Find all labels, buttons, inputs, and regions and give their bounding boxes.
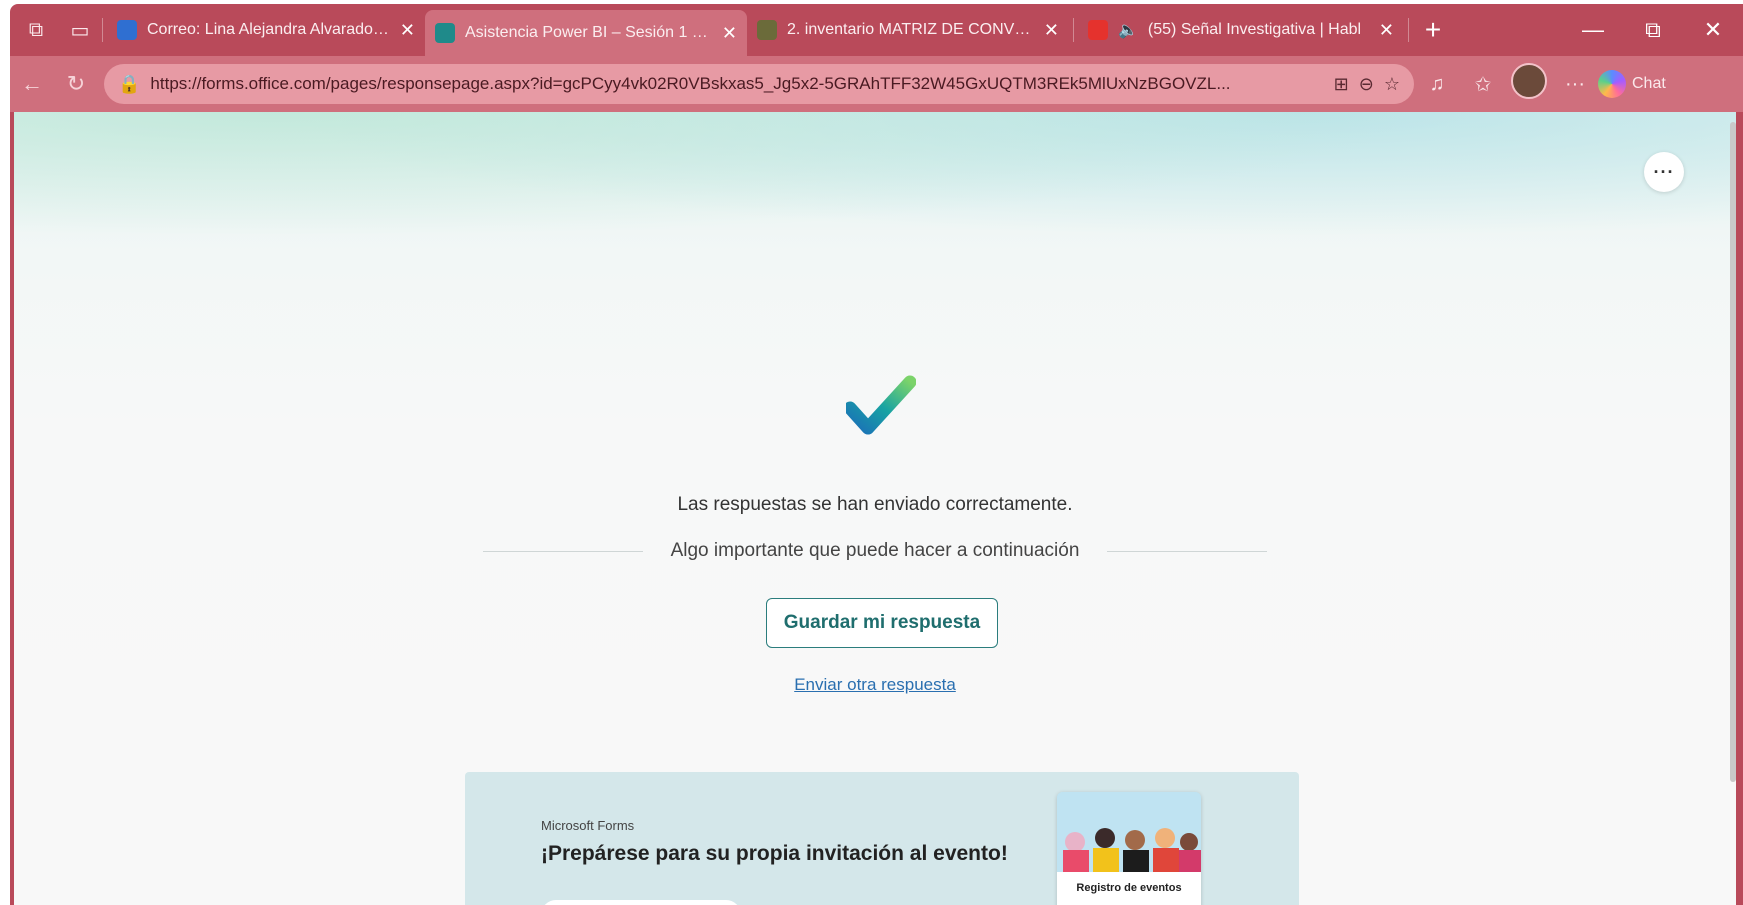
next-step-divider: Algo importante que puede hacer a contin… <box>14 540 1736 562</box>
promo-headline: ¡Prepárese para su propia invitación al … <box>541 842 1008 865</box>
save-response-button[interactable]: Guardar mi respuesta <box>766 598 998 648</box>
tab-mail[interactable]: Correo: Lina Alejandra Alvarado Fr ✕ <box>107 10 425 50</box>
tab-bar: ⧉ ▭ Correo: Lina Alejandra Alvarado Fr ✕… <box>10 4 1743 56</box>
zoom-icon[interactable]: ⊖ <box>1359 74 1374 95</box>
back-icon[interactable]: ← <box>10 71 54 97</box>
tab-actions-icon[interactable]: ▭ <box>62 12 98 48</box>
copilot-icon <box>1598 70 1626 98</box>
outlook-icon <box>117 20 137 40</box>
browser-toolbar: ← ↻ 🔒 https://forms.office.com/pages/res… <box>10 56 1743 112</box>
app-grid-icon[interactable]: ⊞ <box>1334 74 1349 95</box>
copilot-label: Chat <box>1632 75 1666 92</box>
tab-title: 2. inventario MATRIZ DE CONVENI <box>787 21 1034 38</box>
divider-line <box>482 550 643 552</box>
workspaces-icon[interactable]: ⧉ <box>18 12 54 48</box>
url-text[interactable]: https://forms.office.com/pages/responsep… <box>150 74 1323 94</box>
window-controls: — ⧉ ✕ <box>1563 17 1743 43</box>
tab-youtube[interactable]: 🔈 (55) Señal Investigativa | Habl ✕ <box>1078 10 1404 50</box>
close-window-icon[interactable]: ✕ <box>1683 17 1743 43</box>
close-tab-icon[interactable]: ✕ <box>1044 20 1059 41</box>
refresh-icon[interactable]: ↻ <box>54 71 98 97</box>
lock-icon[interactable]: 🔒 <box>118 74 140 95</box>
tab-power-bi[interactable]: Asistencia Power BI – Sesión 1 (2 d ✕ <box>425 10 747 56</box>
more-button[interactable]: ··· <box>1644 152 1684 192</box>
avatar <box>1511 63 1547 99</box>
tab-title: Asistencia Power BI – Sesión 1 (2 d <box>465 24 712 41</box>
divider-line <box>1107 550 1268 552</box>
promo-brand: Microsoft Forms <box>541 818 635 833</box>
youtube-icon <box>1088 20 1108 40</box>
copilot-button[interactable]: Chat <box>1598 70 1666 98</box>
favorites-icon[interactable]: ✩ <box>1460 72 1506 97</box>
submit-another-link[interactable]: Enviar otra respuesta <box>794 675 956 694</box>
read-aloud-icon[interactable]: ♫ <box>1414 73 1460 96</box>
forms-icon <box>435 23 455 43</box>
close-tab-icon[interactable]: ✕ <box>400 20 415 41</box>
tab-title: Correo: Lina Alejandra Alvarado Fr <box>147 21 390 38</box>
event-registration-card: Registro de eventos <box>1057 792 1201 905</box>
address-bar[interactable]: 🔒 https://forms.office.com/pages/respons… <box>104 64 1414 104</box>
tab-title: (55) Señal Investigativa | Habl <box>1147 21 1362 38</box>
more-options-icon[interactable]: ··· <box>1552 73 1598 96</box>
success-message: Las respuestas se han enviado correctame… <box>677 494 1073 515</box>
new-tab-button[interactable]: + <box>1413 14 1453 46</box>
checkmark-icon <box>846 375 916 435</box>
page-scrollbar[interactable] <box>1730 122 1736 782</box>
close-tab-icon[interactable]: ✕ <box>722 23 737 44</box>
browser-window: ⧉ ▭ Correo: Lina Alejandra Alvarado Fr ✕… <box>10 4 1743 905</box>
speaker-icon[interactable]: 🔈 <box>1118 20 1138 40</box>
close-tab-icon[interactable]: ✕ <box>1379 20 1394 41</box>
minimize-icon[interactable]: — <box>1563 17 1623 43</box>
favorite-star-icon[interactable]: ☆ <box>1384 74 1400 95</box>
tab-inventario[interactable]: 2. inventario MATRIZ DE CONVENI ✕ <box>747 10 1069 50</box>
sheet-icon <box>757 20 777 40</box>
promo-action-button[interactable] <box>541 900 741 905</box>
next-step-text: Algo importante que puede hacer a contin… <box>670 540 1080 561</box>
event-card-label: Registro de eventos <box>1076 882 1182 894</box>
forms-response-page: ··· Las respuestas se han enviado correc… <box>14 112 1736 905</box>
promo-banner: Microsoft Forms ¡Prepárese para su propi… <box>465 772 1299 905</box>
event-illustration <box>1057 792 1201 872</box>
restore-icon[interactable]: ⧉ <box>1623 17 1683 43</box>
profile-avatar[interactable] <box>1506 63 1552 105</box>
